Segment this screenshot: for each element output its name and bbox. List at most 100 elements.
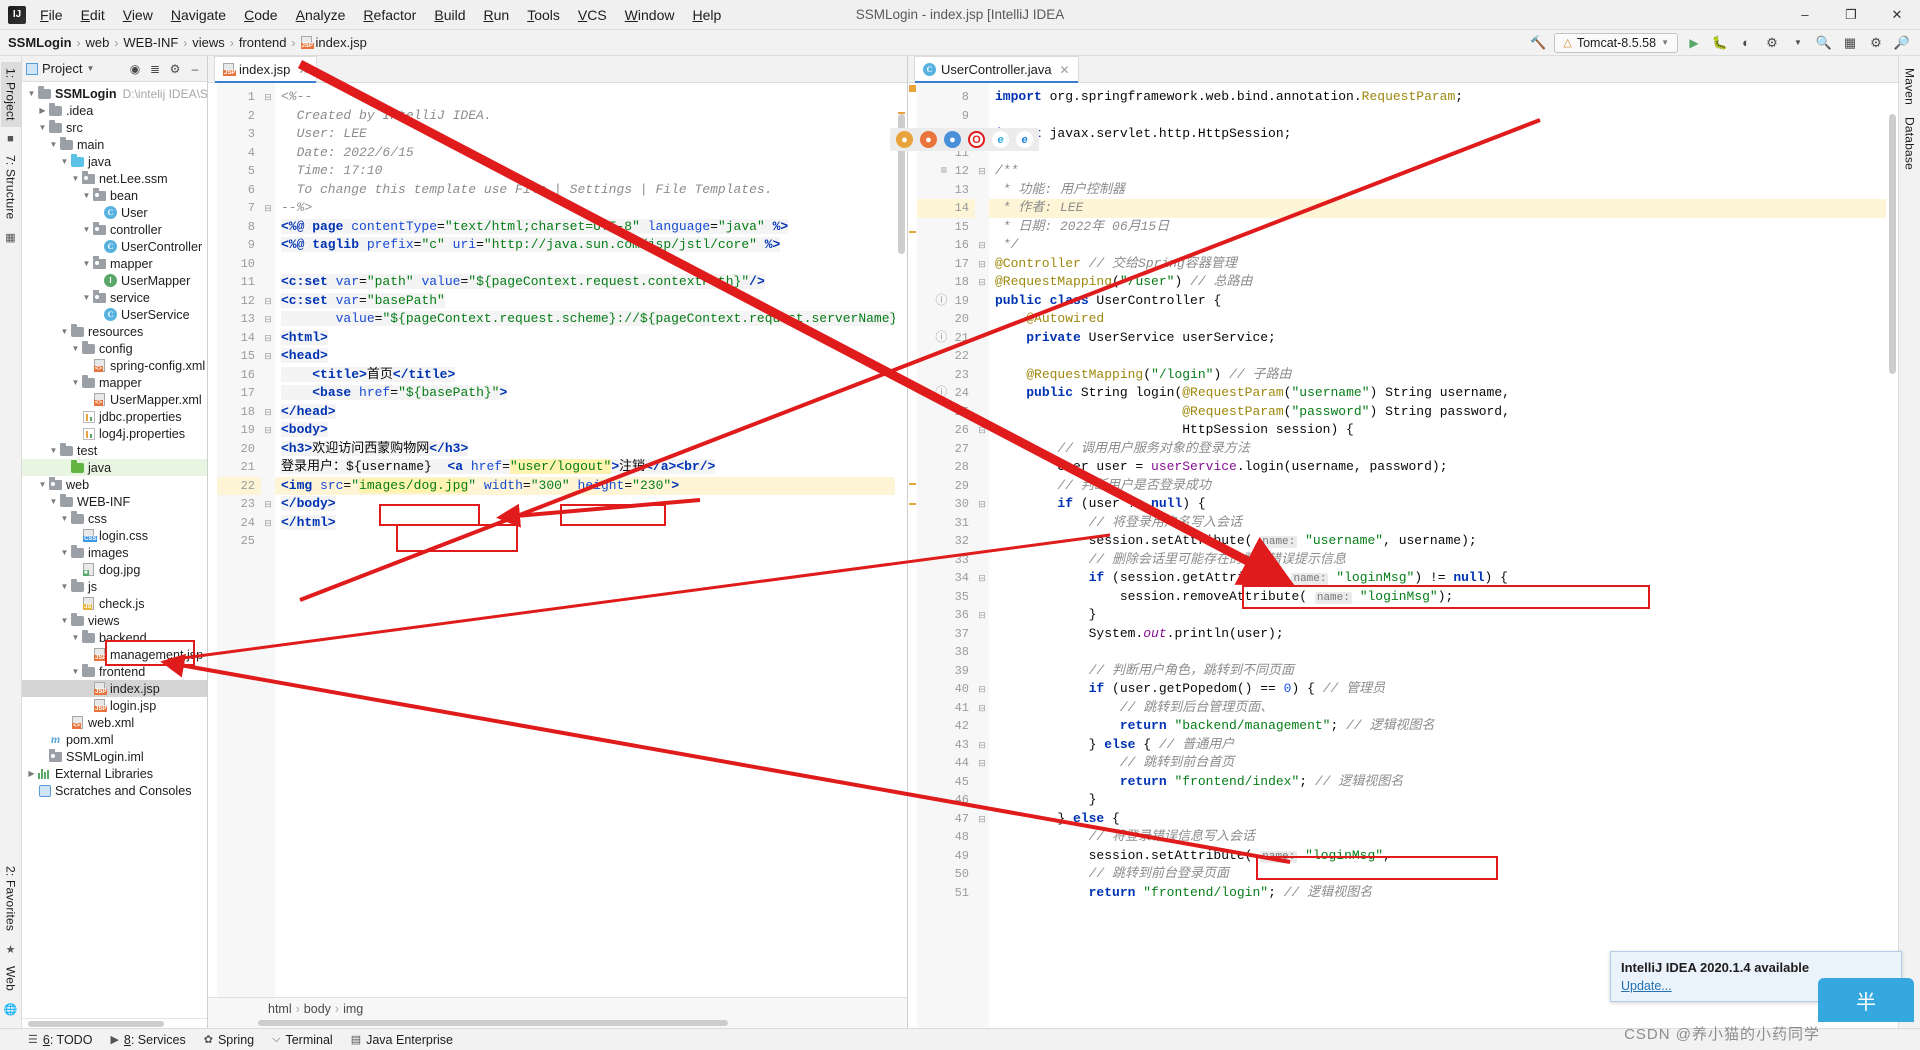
tree-node-pom-xml[interactable]: m pom.xml [22, 731, 207, 748]
fold-marker[interactable]: ⊟ [975, 569, 989, 588]
run-coverage-icon[interactable]: ◐ [1736, 33, 1756, 53]
chevron-down-icon[interactable]: ▼ [59, 514, 70, 523]
code-line[interactable]: User: LEE [275, 125, 907, 144]
chat-widget[interactable]: 半 [1818, 978, 1914, 1022]
gear-icon[interactable]: ⚙ [167, 62, 183, 76]
profile-icon[interactable]: ⚙ [1762, 33, 1782, 53]
editor-breadcrumb-left[interactable]: html › body › img [208, 997, 907, 1019]
code-line[interactable]: if (user != null) { [989, 495, 1898, 514]
code-line[interactable]: import org.springframework.web.bind.anno… [989, 88, 1898, 107]
code-line[interactable]: // 判断用户角色，跳转到不同页面 [989, 662, 1898, 681]
code-line[interactable]: value="${pageContext.request.scheme}://$… [275, 310, 907, 329]
chevron-down-icon[interactable]: ▼ [48, 140, 59, 149]
chevron-down-icon[interactable]: ▼ [81, 225, 92, 234]
editor-scrollbar-left[interactable] [895, 110, 907, 997]
code-line[interactable]: session.removeAttribute( name: "loginMsg… [989, 588, 1898, 607]
code-line[interactable]: session.setAttribute( name: "loginMsg", [989, 847, 1898, 866]
tree-node-management-jsp[interactable]: JSP management.jsp [22, 646, 207, 663]
chevron-down-icon[interactable]: ▼ [1788, 33, 1808, 53]
run-configuration-selector[interactable]: △ Tomcat-8.5.58 ▼ [1554, 32, 1678, 53]
search-icon[interactable]: 🔎 [1892, 33, 1912, 53]
code-line[interactable]: return "backend/management"; // 逻辑视图名 [989, 717, 1898, 736]
code-line[interactable]: return "frontend/login"; // 逻辑视图名 [989, 884, 1898, 903]
fold-marker[interactable]: ⊟ [975, 699, 989, 718]
code-line[interactable] [989, 347, 1898, 366]
code-line[interactable]: @RequestMapping("/login") // 子路由 [989, 366, 1898, 385]
menu-navigate[interactable]: Navigate [163, 3, 234, 27]
tree-node-ssmlogin-iml[interactable]: SSMLogin.iml [22, 748, 207, 765]
chevron-down-icon[interactable]: ▼ [81, 259, 92, 268]
fold-marker[interactable]: ⊟ [975, 736, 989, 755]
menu-file[interactable]: File [32, 3, 71, 27]
fold-marker[interactable]: ⊟ [261, 292, 275, 311]
run-icon[interactable]: ▶ [1684, 33, 1704, 53]
menu-refactor[interactable]: Refactor [355, 3, 424, 27]
code-line[interactable]: session.setAttribute( name: "username", … [989, 532, 1898, 551]
breadcrumb-item-ssmlogin[interactable]: SSMLogin [8, 35, 72, 50]
close-icon[interactable]: ✕ [298, 63, 308, 77]
tree-node-jdbc-properties[interactable]: jdbc.properties [22, 408, 207, 425]
code-line[interactable]: @RequestParam("password") String passwor… [989, 403, 1898, 422]
chevron-right-icon[interactable]: ▶ [37, 106, 48, 115]
fold-marker[interactable]: ⊟ [975, 754, 989, 773]
code-line[interactable]: To change this template use File | Setti… [275, 181, 907, 200]
code-line[interactable]: * 功能: 用户控制器 [989, 181, 1898, 200]
code-line[interactable]: * 作者: LEE [989, 199, 1898, 218]
fold-marker[interactable]: ⊟ [975, 273, 989, 292]
code-line[interactable] [275, 255, 907, 274]
tree-node-css[interactable]: ▼ css [22, 510, 207, 527]
code-line[interactable]: <c:set var="path" value="${pageContext.r… [275, 273, 907, 292]
code-line[interactable]: <head> [275, 347, 907, 366]
code-line[interactable]: return "frontend/index"; // 逻辑视图名 [989, 773, 1898, 792]
menu-build[interactable]: Build [426, 3, 473, 27]
editor-breadcrumb-img[interactable]: img [343, 1002, 363, 1016]
locate-icon[interactable]: ◉ [127, 62, 143, 76]
code-line[interactable]: </html> [275, 514, 907, 533]
fold-marker[interactable]: ⊟ [975, 495, 989, 514]
editor-breadcrumb-body[interactable]: body [304, 1002, 331, 1016]
fold-marker[interactable]: ⊟ [975, 606, 989, 625]
browser-launch-strip[interactable]: ● ● ● O e e [890, 128, 1039, 151]
tree-node-spring-config-xml[interactable]: <> spring-config.xml [22, 357, 207, 374]
tree-node-web-xml[interactable]: <> web.xml [22, 714, 207, 731]
menu-edit[interactable]: Edit [73, 3, 113, 27]
tree-node-config[interactable]: ▼ config [22, 340, 207, 357]
chevron-down-icon[interactable]: ▼ [48, 497, 59, 506]
menu-view[interactable]: View [115, 3, 161, 27]
code-line[interactable]: <h3>欢迎访问西蒙购物网</h3> [275, 440, 907, 459]
code-line[interactable]: * 日期: 2022年 06月15日 [989, 218, 1898, 237]
close-icon[interactable]: ✕ [1060, 63, 1070, 77]
safari-icon[interactable]: ● [944, 131, 961, 148]
code-line[interactable]: --%> [275, 199, 907, 218]
menu-vcs[interactable]: VCS [570, 3, 615, 27]
ie-icon[interactable]: e [992, 131, 1009, 148]
fold-marker[interactable]: ⊟ [975, 421, 989, 440]
tool-window-terminal[interactable]: ⌵ Terminal [272, 1033, 333, 1047]
tab-index-jsp[interactable]: JSP index.jsp ✕ [214, 56, 318, 83]
code-line[interactable]: <html> [275, 329, 907, 348]
tree-node-scratches-and-consoles[interactable]: Scratches and Consoles [22, 782, 207, 799]
tree-node-images[interactable]: ▼ images [22, 544, 207, 561]
code-line[interactable]: <c:set var="basePath" [275, 292, 907, 311]
code-area-right[interactable]: 891011≡ 12131415161718ⓘ 1920ⓘ 212223ⓘ 24… [908, 83, 1898, 1028]
code-line[interactable]: import javax.servlet.http.HttpSession; [989, 125, 1898, 144]
code-line[interactable]: <%-- [275, 88, 907, 107]
menu-analyze[interactable]: Analyze [288, 3, 354, 27]
fold-marker[interactable]: ⊟ [261, 199, 275, 218]
tree-node-usermapper-xml[interactable]: <> UserMapper.xml [22, 391, 207, 408]
code-line[interactable]: Date: 2022/6/15 [275, 144, 907, 163]
menu-code[interactable]: Code [236, 3, 285, 27]
chevron-down-icon[interactable]: ▼ [37, 123, 48, 132]
code-line[interactable]: // 删除会话里可能存在的登录错误提示信息 [989, 551, 1898, 570]
menu-run[interactable]: Run [475, 3, 517, 27]
editor-hscrollbar-left[interactable] [208, 1019, 907, 1028]
chevron-down-icon[interactable]: ▼ [59, 548, 70, 557]
code-line[interactable] [989, 107, 1898, 126]
code-line[interactable]: Created by IntelliJ IDEA. [275, 107, 907, 126]
code-line[interactable]: </body> [275, 495, 907, 514]
code-line[interactable]: // 跳转到前台首页 [989, 754, 1898, 773]
search-everywhere-icon[interactable]: 🔍 [1814, 33, 1834, 53]
tree-node-login-css[interactable]: CSS login.css [22, 527, 207, 544]
minimize-button[interactable]: – [1782, 0, 1828, 30]
tree-node-dog-jpg[interactable]: ■ dog.jpg [22, 561, 207, 578]
